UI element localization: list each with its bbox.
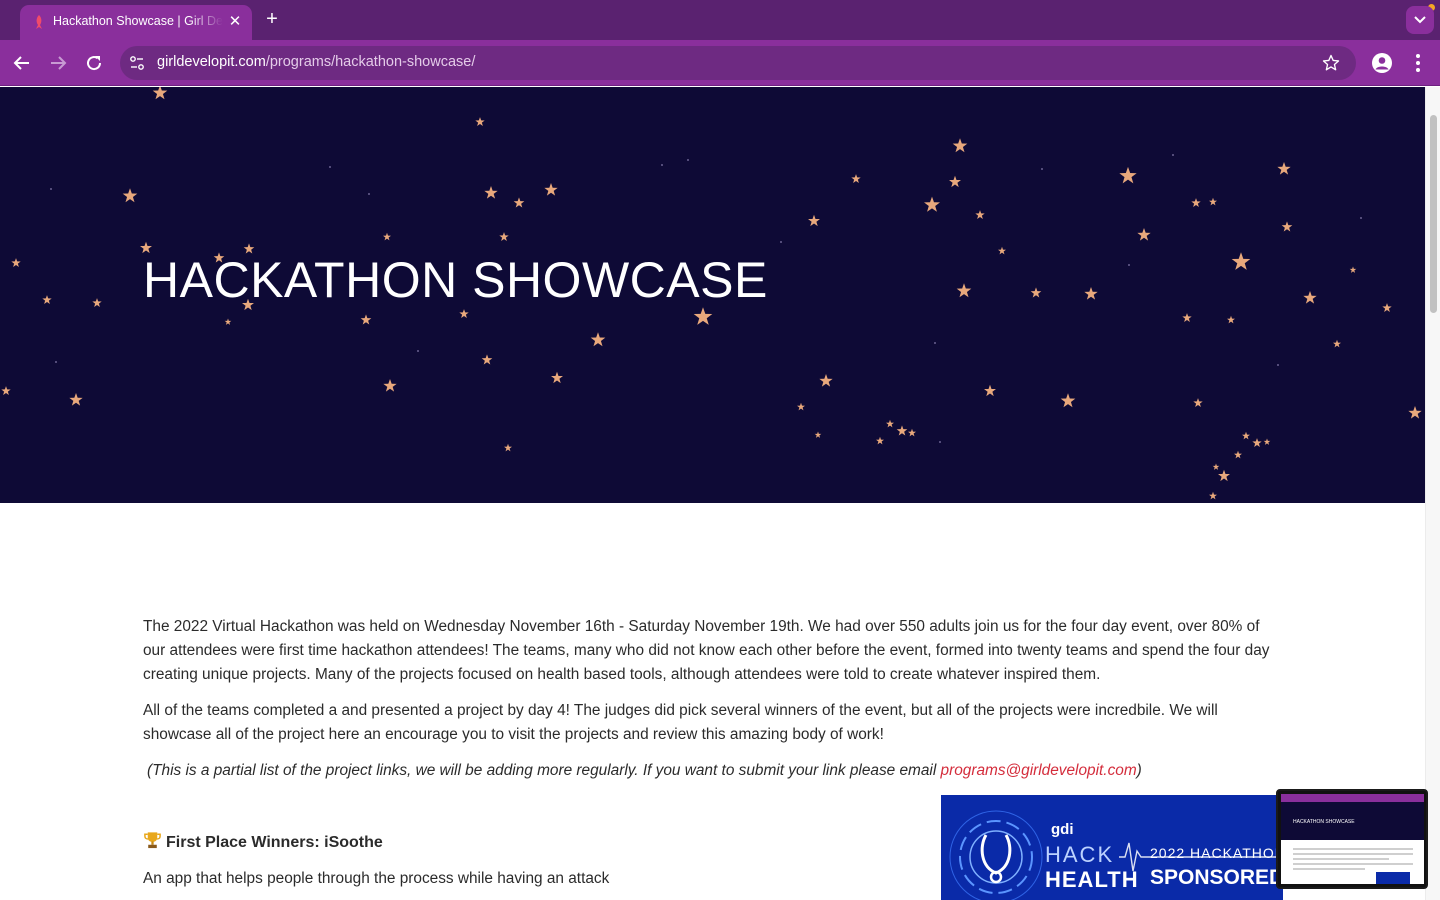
health-logo-text: HEALTH bbox=[1045, 867, 1139, 892]
more-menu-icon[interactable] bbox=[1408, 51, 1428, 75]
page-viewport: HACKATHON SHOWCASE The 2022 Virtual Hack… bbox=[0, 87, 1425, 900]
browser-toolbar: girldevelopit.com/programs/hackathon-sho… bbox=[0, 40, 1440, 86]
vertical-scrollbar[interactable] bbox=[1425, 87, 1440, 900]
note-text: (This is a partial list of the project l… bbox=[147, 762, 941, 779]
forward-arrow-icon[interactable] bbox=[46, 51, 70, 75]
winner-heading-text: First Place Winners: iSoothe bbox=[166, 834, 383, 851]
url-path: /programs/hackathon-showcase/ bbox=[265, 54, 476, 70]
hero-banner: HACKATHON SHOWCASE bbox=[0, 87, 1425, 503]
thumbnail-title: HACKATHON SHOWCASE bbox=[1293, 819, 1355, 825]
thumbnail-page: HACKATHON SHOWCASE bbox=[1281, 794, 1424, 884]
winner-description: An app that helps people through the pro… bbox=[143, 870, 610, 887]
thumbnail-banner bbox=[1376, 872, 1410, 884]
browser-tab-active[interactable]: Hackathon Showcase | Girl Develop It ✕ bbox=[20, 5, 252, 40]
url-text[interactable]: girldevelopit.com/programs/hackathon-sho… bbox=[157, 54, 475, 70]
hack-logo-text: HACK bbox=[1045, 842, 1115, 867]
page-title: HACKATHON SHOWCASE bbox=[143, 252, 768, 308]
gdi-logo-text: gdi bbox=[1051, 821, 1074, 838]
profile-avatar-icon[interactable] bbox=[1370, 51, 1394, 75]
note-closing: ) bbox=[1136, 762, 1142, 779]
thumbnail-toolbar bbox=[1281, 794, 1424, 802]
tab-strip: Hackathon Showcase | Girl Develop It ✕ + bbox=[0, 0, 1440, 40]
tab-search-button[interactable] bbox=[1406, 6, 1434, 34]
page-thumbnail-preview[interactable]: HACKATHON SHOWCASE bbox=[1276, 789, 1428, 889]
thumbnail-text-lines bbox=[1293, 848, 1413, 873]
chevron-down-icon bbox=[1414, 16, 1426, 24]
email-link[interactable]: programs@girldevelopit.com bbox=[941, 762, 1137, 779]
winner-heading: First Place Winners: iSoothe bbox=[143, 830, 383, 855]
teams-paragraph: All of the teams completed a and present… bbox=[143, 702, 1218, 743]
close-tab-icon[interactable]: ✕ bbox=[226, 13, 244, 31]
url-domain: girldevelopit.com bbox=[157, 54, 266, 70]
new-tab-button[interactable]: + bbox=[260, 8, 284, 32]
tab-title: Hackathon Showcase | Girl Develop It bbox=[53, 14, 223, 28]
trophy-icon bbox=[144, 832, 161, 849]
banner-sponsor-text: SPONSORED BY bbox=[1150, 866, 1283, 889]
site-settings-icon[interactable] bbox=[129, 55, 145, 71]
banner-year-text: 2022 HACKATHON bbox=[1150, 845, 1283, 861]
gdi-favicon-icon bbox=[36, 15, 42, 29]
bookmark-star-icon[interactable] bbox=[1322, 54, 1340, 72]
address-bar[interactable]: girldevelopit.com/programs/hackathon-sho… bbox=[120, 46, 1356, 80]
reload-icon[interactable] bbox=[82, 51, 106, 75]
back-arrow-icon[interactable] bbox=[10, 51, 34, 75]
scrollbar-thumb[interactable] bbox=[1430, 115, 1437, 313]
intro-paragraph: The 2022 Virtual Hackathon was held on W… bbox=[143, 618, 1270, 683]
partial-list-note: (This is a partial list of the project l… bbox=[147, 759, 1287, 783]
hackathon-sponsor-banner: gdi HACK HEALTH 2022 HACKATHON SPONSORED… bbox=[941, 795, 1283, 900]
